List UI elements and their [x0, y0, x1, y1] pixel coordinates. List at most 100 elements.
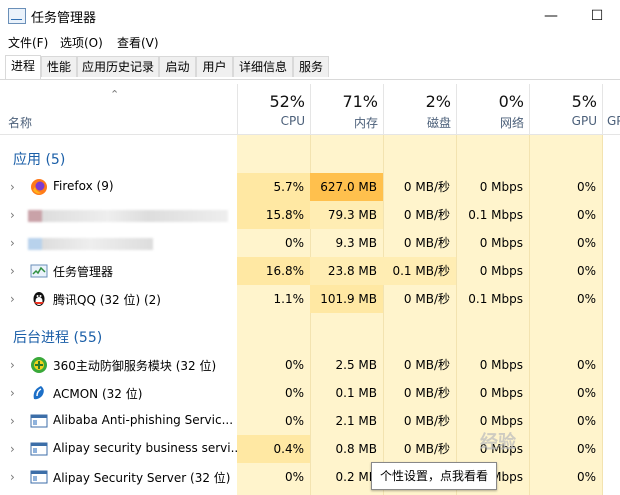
process-row[interactable]: › 0% 9.3 MB 0 MB/秒 0 Mbps 0%	[0, 229, 620, 257]
gpu-engine-label: GP	[607, 114, 620, 128]
process-name: Alibaba Anti-phishing Servic...	[53, 413, 234, 427]
service-icon	[30, 412, 48, 430]
process-row[interactable]: › 腾讯QQ (32 位) (2) 1.1% 101.9 MB 0 MB/秒 0.1 Mb…	[0, 285, 620, 313]
gpu-cell: 0%	[576, 264, 596, 278]
disk-cell: 0 MB/秒	[403, 358, 450, 372]
cpu-cell: 0%	[284, 414, 304, 428]
process-row[interactable]: › Alibaba Anti-phishing Servic... 0% 2.1 MB…	[0, 407, 620, 435]
title-bar: 任务管理器 — ☐	[0, 0, 620, 32]
expand-chevron-icon[interactable]: ›	[10, 208, 15, 222]
disk-total: 2%	[425, 92, 451, 111]
service-icon	[30, 440, 48, 458]
cpu-cell: 0%	[284, 386, 304, 400]
maximize-button[interactable]: ☐	[574, 0, 620, 32]
menu-bar: 文件(F) 选项(O) 查看(V)	[0, 32, 620, 52]
disk-cell: 0 MB/秒	[403, 292, 450, 306]
cpu-cell: 16.8%	[237, 257, 310, 285]
network-cell: 0 Mbps	[479, 236, 523, 250]
gpu-cell: 0%	[576, 470, 596, 484]
memory-label: 内存	[353, 116, 378, 130]
memory-cell: 9.3 MB	[335, 236, 377, 250]
task-manager-app-icon	[8, 8, 26, 24]
memory-cell: 2.5 MB	[335, 358, 377, 372]
memory-cell: 2.1 MB	[335, 414, 377, 428]
gpu-cell: 0%	[576, 358, 596, 372]
process-name: Alipay security business servi...	[53, 441, 243, 455]
cpu-cell: 15.8%	[237, 201, 310, 229]
tab-startup[interactable]: 启动	[159, 56, 196, 77]
column-header: ⌃ 名称 52% CPU 71% 内存 2% 磁盘 0% 网络 5% GPU G…	[0, 84, 620, 135]
gpu-cell: 0%	[576, 414, 596, 428]
menu-file[interactable]: 文件(F)	[8, 34, 48, 51]
disk-label: 磁盘	[426, 116, 451, 130]
disk-cell: 0 MB/秒	[403, 180, 450, 194]
name-column-header[interactable]: 名称	[8, 114, 32, 131]
tab-app-history[interactable]: 应用历史记录	[77, 56, 159, 77]
tab-performance[interactable]: 性能	[41, 56, 77, 77]
process-row[interactable]: › 任务管理器 16.8% 23.8 MB 0.1 MB/秒 0 Mbps 0%	[0, 257, 620, 285]
process-row[interactable]: › 360主动防御服务模块 (32 位) 0% 2.5 MB 0 MB/秒 0 Mbps 0…	[0, 351, 620, 379]
sort-up-icon[interactable]: ⌃	[110, 88, 119, 101]
expand-chevron-icon[interactable]: ›	[10, 442, 15, 456]
qq-icon	[30, 290, 48, 308]
tab-details[interactable]: 详细信息	[233, 56, 293, 77]
gpu-column-header[interactable]: 5% GPU	[529, 84, 603, 134]
disk-column-header[interactable]: 2% 磁盘	[383, 84, 457, 134]
network-cell: 0 Mbps	[479, 386, 523, 400]
memory-total: 71%	[342, 92, 378, 111]
process-row[interactable]: › Alipay Security Server (32 位) 0% 0.2 MB 0 …	[0, 463, 620, 491]
expand-chevron-icon[interactable]: ›	[10, 470, 15, 484]
gpu-engine-column-header[interactable]: GP	[602, 84, 620, 134]
process-name: 腾讯QQ (32 位) (2)	[53, 293, 161, 307]
process-row[interactable]: › Alipay security business servi... 0.4% 0.…	[0, 435, 620, 463]
expand-chevron-icon[interactable]: ›	[10, 414, 15, 428]
expand-chevron-icon[interactable]: ›	[10, 180, 15, 194]
background-section-row: 后台进程 (55)	[0, 322, 620, 350]
memory-cell: 627.0 MB	[310, 173, 383, 201]
process-row[interactable]: › 15.8% 79.3 MB 0 MB/秒 0.1 Mbps 0%	[0, 201, 620, 229]
network-cell: 0 Mbps	[479, 264, 523, 278]
process-name: Alipay Security Server (32 位)	[53, 471, 231, 485]
tab-users[interactable]: 用户	[196, 56, 233, 77]
menu-options[interactable]: 选项(O)	[60, 34, 103, 51]
tab-processes[interactable]: 进程	[5, 55, 41, 79]
firefox-icon	[30, 178, 48, 196]
window-title: 任务管理器	[31, 11, 97, 26]
cpu-total: 52%	[269, 92, 305, 111]
gpu-cell: 0%	[576, 180, 596, 194]
redacted-process-name	[28, 238, 153, 250]
tooltip: 个性设置，点我看看	[371, 462, 497, 490]
apps-section-title: 应用 (5)	[13, 152, 66, 168]
memory-cell: 79.3 MB	[310, 201, 383, 229]
gpu-cell: 0%	[576, 236, 596, 250]
cpu-cell: 0%	[284, 236, 304, 250]
tab-strip: 进程 性能 应用历史记录 启动 用户 详细信息 服务	[0, 55, 620, 80]
network-column-header[interactable]: 0% 网络	[456, 84, 530, 134]
tab-services[interactable]: 服务	[293, 56, 329, 77]
network-cell: 0.1 Mbps	[468, 208, 523, 222]
memory-cell: 0.1 MB	[335, 386, 377, 400]
memory-cell: 101.9 MB	[310, 285, 383, 313]
360-icon	[30, 356, 48, 374]
gpu-cell: 0%	[576, 292, 596, 306]
network-cell: 0.1 Mbps	[468, 292, 523, 306]
gpu-total: 5%	[571, 92, 597, 111]
minimize-button[interactable]: —	[528, 0, 574, 32]
network-label: 网络	[499, 116, 524, 130]
task-manager-icon	[30, 262, 48, 280]
process-row[interactable]: › ACMON (32 位) 0% 0.1 MB 0 MB/秒 0 Mbps 0%	[0, 379, 620, 407]
expand-chevron-icon[interactable]: ›	[10, 292, 15, 306]
cpu-column-header[interactable]: 52% CPU	[237, 84, 311, 134]
memory-column-header[interactable]: 71% 内存	[310, 84, 384, 134]
expand-chevron-icon[interactable]: ›	[10, 358, 15, 372]
gpu-label: GPU	[571, 114, 597, 128]
disk-cell: 0.1 MB/秒	[383, 257, 456, 285]
expand-chevron-icon[interactable]: ›	[10, 236, 15, 250]
gpu-cell: 0%	[576, 386, 596, 400]
apps-section-row: 应用 (5)	[0, 144, 620, 172]
acmon-icon	[30, 384, 48, 402]
menu-view[interactable]: 查看(V)	[117, 34, 159, 51]
expand-chevron-icon[interactable]: ›	[10, 264, 15, 278]
process-row[interactable]: › Firefox (9) 5.7% 627.0 MB 0 MB/秒 0 Mbps 0%	[0, 173, 620, 201]
expand-chevron-icon[interactable]: ›	[10, 386, 15, 400]
